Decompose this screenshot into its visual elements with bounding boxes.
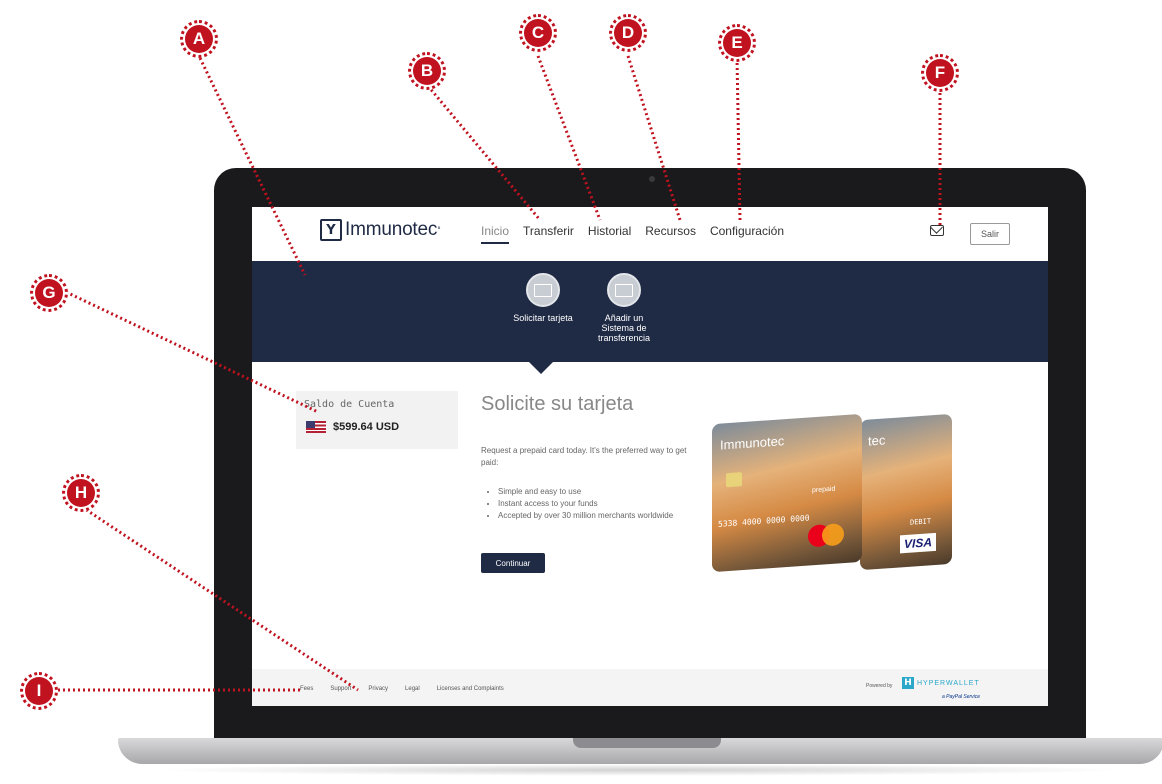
callout-e: E <box>718 24 756 62</box>
callout-line-c <box>536 55 602 221</box>
callout-c: C <box>519 14 557 52</box>
callout-g: G <box>30 274 68 312</box>
callout-h: H <box>62 474 100 512</box>
callout-b: B <box>408 52 446 90</box>
callout-line-d <box>626 55 682 221</box>
callout-f: F <box>921 54 959 92</box>
callout-line-e <box>735 57 742 221</box>
callout-line-h <box>81 505 359 692</box>
callout-line-a <box>198 57 307 276</box>
callout-d: D <box>609 14 647 52</box>
callout-a: A <box>180 20 218 58</box>
callout-lines <box>58 55 942 692</box>
callout-line-b <box>426 85 542 221</box>
callout-line-g <box>65 290 319 414</box>
callout-i: I <box>20 672 58 710</box>
